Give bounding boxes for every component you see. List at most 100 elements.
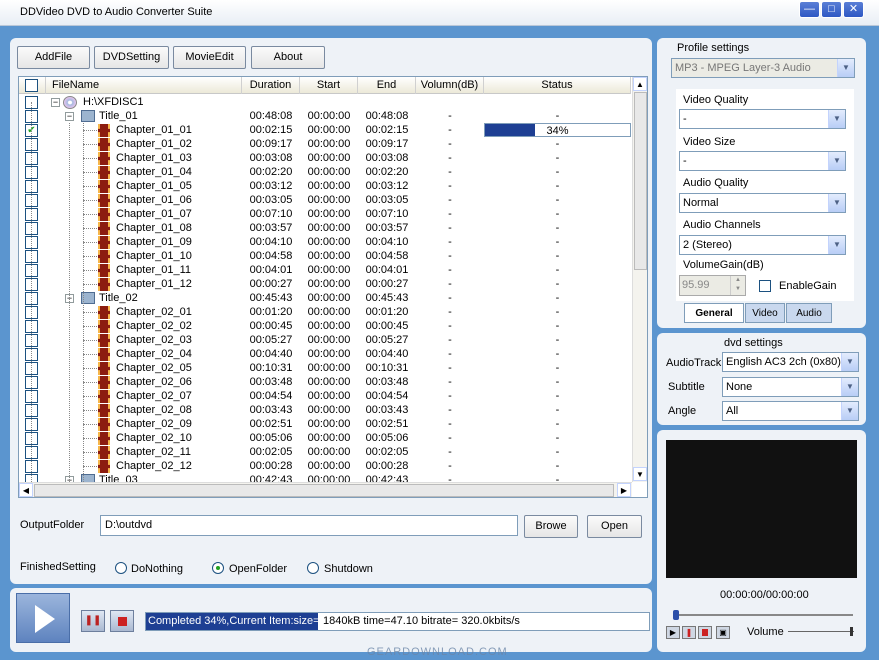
header-status[interactable]: Status [484,77,631,94]
table-row[interactable]: Chapter_02_11 00:02:05 00:00:00 00:02:05 - - [19,445,631,459]
enable-gain-checkbox[interactable] [759,280,771,292]
angle-select[interactable]: All ▼ [722,401,859,421]
openfolder-radio[interactable] [212,562,224,574]
video-quality-select[interactable]: - ▼ [679,109,846,129]
table-row[interactable]: Chapter_02_10 00:05:06 00:00:00 00:05:06 - - [19,431,631,445]
tab-audio[interactable]: Audio [786,303,832,323]
tab-video[interactable]: Video [745,303,785,323]
shutdown-radio[interactable] [307,562,319,574]
collapse-toggle-icon[interactable]: − [65,112,74,121]
preview-play-button[interactable]: ▶ [666,626,680,639]
table-row[interactable]: Chapter_02_02 00:00:45 00:00:00 00:00:45 - - [19,319,631,333]
subtitle-select[interactable]: None ▼ [722,377,859,397]
film-strip-icon [98,348,110,361]
end-cell: 00:03:57 [365,222,409,234]
table-row[interactable]: Chapter_01_09 00:04:10 00:00:00 00:04:10 - - [19,235,631,249]
vertical-scrollbar[interactable]: ▲ ▼ [632,77,647,482]
table-row[interactable]: Chapter_01_05 00:03:12 00:00:00 00:03:12 - - [19,179,631,193]
chevron-down-icon: ▼ [828,110,845,128]
table-row[interactable]: Chapter_02_07 00:04:54 00:00:00 00:04:54 - - [19,389,631,403]
header-volume[interactable]: Volumn(dB) [416,77,484,94]
header-filename[interactable]: FileName [46,77,242,94]
table-row[interactable]: Chapter_02_12 00:00:28 00:00:00 00:00:28 - - [19,459,631,473]
close-button[interactable]: ✕ [843,1,864,18]
profile-select[interactable]: MP3 - MPEG Layer-3 Audio ▼ [671,58,855,78]
scroll-right-arrow[interactable]: ▶ [617,483,631,497]
seek-handle[interactable] [673,610,679,620]
table-row[interactable]: Chapter_01_08 00:03:57 00:00:00 00:03:57 - - [19,221,631,235]
volume-slider-handle[interactable] [850,627,853,636]
collapse-toggle-icon[interactable]: − [51,98,60,107]
start-cell: 00:00:00 [307,208,351,220]
table-row[interactable]: Chapter_01_07 00:07:10 00:00:00 00:07:10 - - [19,207,631,221]
table-row[interactable]: Chapter_01_03 00:03:08 00:00:00 00:03:08 - - [19,151,631,165]
scroll-left-arrow[interactable]: ◀ [19,483,33,497]
table-row[interactable]: Chapter_01_10 00:04:58 00:00:00 00:04:58 - - [19,249,631,263]
table-row[interactable]: Chapter_02_08 00:03:43 00:00:00 00:03:43 - - [19,403,631,417]
spinner-arrows-icon[interactable]: ▲ ▼ [730,276,745,295]
horizontal-scrollbar[interactable]: ◀ ▶ [19,482,632,497]
table-row[interactable]: Chapter_01_02 00:09:17 00:00:00 00:09:17 - - [19,137,631,151]
header-start[interactable]: Start [300,77,358,94]
minimize-button[interactable]: — [799,1,820,18]
movie-edit-button[interactable]: MovieEdit [173,46,246,69]
audio-track-select[interactable]: English AC3 2ch (0x80) ▼ [722,352,859,372]
film-strip-icon [98,180,110,193]
enable-gain-label[interactable]: EnableGain [779,280,837,292]
vol-cell: - [448,208,452,220]
table-row[interactable]: Chapter_02_09 00:02:51 00:00:00 00:02:51 - - [19,417,631,431]
start-cell: 00:00:00 [307,236,351,248]
seek-track[interactable] [675,614,853,616]
table-row[interactable]: Chapter_01_12 00:00:27 00:00:00 00:00:27 - - [19,277,631,291]
volume-slider[interactable] [788,631,854,632]
table-header: FileName Duration Start End Volumn(dB) S… [19,77,631,94]
preview-pause-button[interactable]: ❚ [682,626,696,639]
audio-channels-select[interactable]: 2 (Stereo) ▼ [679,235,846,255]
disc-row[interactable]: − H:\XFDISC1 [19,95,631,109]
video-size-select[interactable]: - ▼ [679,151,846,171]
table-row[interactable]: Chapter_02_03 00:05:27 00:00:00 00:05:27 - - [19,333,631,347]
duration-cell: 00:03:57 [249,222,293,234]
table-row[interactable]: Chapter_01_06 00:03:05 00:00:00 00:03:05 - - [19,193,631,207]
about-button[interactable]: About [251,46,325,69]
maximize-button[interactable]: □ [821,1,842,18]
browse-button[interactable]: Browe [524,515,578,538]
hscroll-thumb[interactable] [34,484,614,497]
table-row[interactable]: Chapter_02_05 00:10:31 00:00:00 00:10:31 - - [19,361,631,375]
vol-cell: - [448,138,452,150]
play-button[interactable] [16,593,70,643]
scroll-up-arrow[interactable]: ▲ [633,77,647,91]
preview-snapshot-button[interactable]: ▣ [716,626,730,639]
tab-general[interactable]: General [684,303,744,323]
app-window: DDVideo DVD to Audio Converter Suite — □… [0,0,879,660]
table-row[interactable]: Chapter_01_04 00:02:20 00:00:00 00:02:20 - - [19,165,631,179]
table-row[interactable]: Chapter_02_06 00:03:48 00:00:00 00:03:48 - - [19,375,631,389]
header-end[interactable]: End [358,77,416,94]
window-title: DDVideo DVD to Audio Converter Suite [20,6,213,18]
preview-stop-button[interactable] [698,626,712,639]
title-row[interactable]: − Title_02 00:45:43 00:00:00 00:45:43- - [19,291,631,305]
header-duration[interactable]: Duration [242,77,300,94]
scroll-down-arrow[interactable]: ▼ [633,467,647,481]
file-tree-table[interactable]: FileName Duration Start End Volumn(dB) S… [18,76,648,498]
stop-button[interactable] [110,610,134,632]
pause-button[interactable]: ❚❚ [81,610,105,632]
dvd-setting-button[interactable]: DVDSetting [94,46,169,69]
vol-cell: - [448,264,452,276]
audio-quality-select[interactable]: Normal ▼ [679,193,846,213]
add-file-button[interactable]: AddFile [17,46,90,69]
table-row[interactable]: ✔ Chapter_01_01 00:02:15 00:00:00 00:02:15-3… [19,123,631,137]
openfolder-label[interactable]: OpenFolder [229,563,287,575]
file-name-cell: Chapter_01_08 [116,222,192,234]
output-folder-input[interactable]: D:\outdvd [100,515,518,536]
donothing-label[interactable]: DoNothing [131,563,183,575]
open-button[interactable]: Open [587,515,642,538]
table-row[interactable]: Chapter_01_11 00:04:01 00:00:00 00:04:01 - - [19,263,631,277]
volume-gain-spinner[interactable]: 95.99 ▲ ▼ [679,275,746,296]
scroll-thumb[interactable] [634,92,647,270]
table-row[interactable]: Chapter_02_01 00:01:20 00:00:00 00:01:20 - - [19,305,631,319]
donothing-radio[interactable] [115,562,127,574]
table-row[interactable]: Chapter_02_04 00:04:40 00:00:00 00:04:40 - - [19,347,631,361]
title-row[interactable]: − Title_01 00:48:08 00:00:00 00:48:08 - - [19,109,631,123]
shutdown-label[interactable]: Shutdown [324,563,373,575]
